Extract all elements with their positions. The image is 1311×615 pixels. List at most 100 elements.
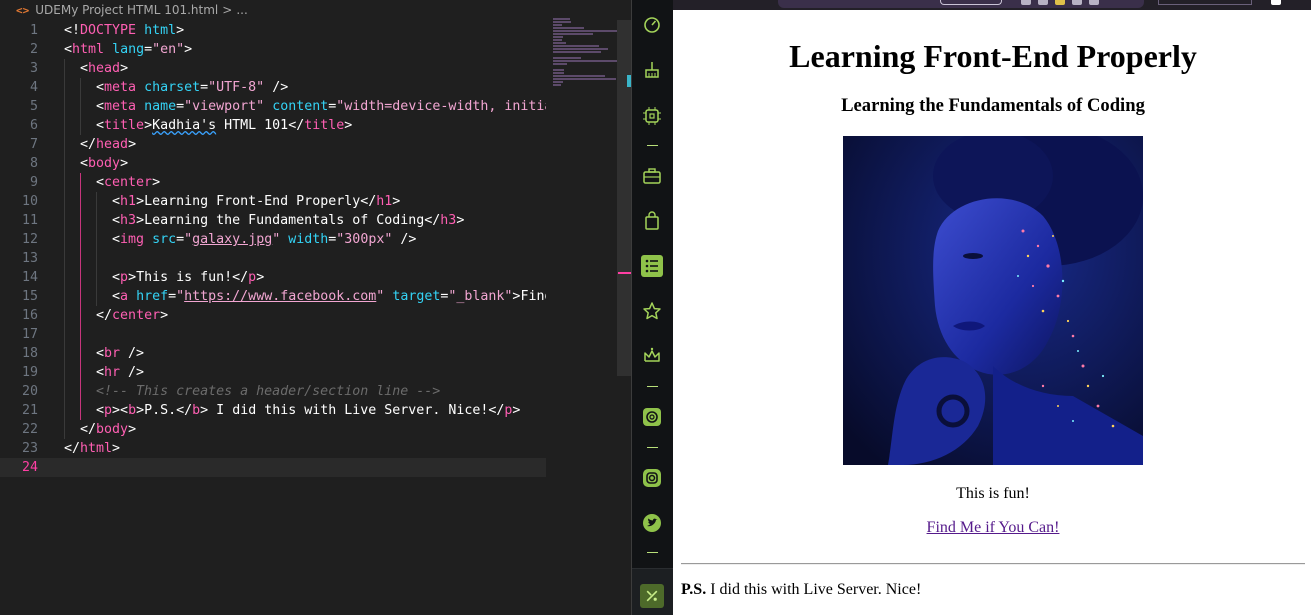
ps-paragraph: P.S. I did this with Live Server. Nice! [681,581,921,599]
chatgpt-icon[interactable] [641,406,663,428]
indent-guide [64,249,65,268]
code-text: <br /> [64,346,145,361]
line-number: 1 [29,23,38,38]
code-text: <meta charset="UTF-8" /> [64,80,289,95]
code-line[interactable]: 6 <title>Kadhia's HTML 101</title> [0,116,546,135]
chevron-right-icon: > [222,3,233,17]
code-text: <p>This is fun!</p> [64,270,265,285]
galaxy-image [843,136,1143,465]
code-line[interactable]: 22 </body> [0,420,546,439]
code-line[interactable]: 8 <body> [0,154,546,173]
crown-icon[interactable] [641,345,663,367]
minimap-line [553,39,562,41]
reader-icon[interactable] [1038,0,1048,5]
code-line[interactable]: 16 </center> [0,306,546,325]
code-line[interactable]: 12 <img src="galaxy.jpg" width="300px" /… [0,230,546,249]
minimap-line [553,27,584,29]
find-me-link[interactable]: Find Me if You Can! [927,519,1060,536]
code-line[interactable]: 5 <meta name="viewport" content="width=d… [0,97,546,116]
minimap-line [553,42,567,44]
briefcase-icon[interactable] [641,165,663,187]
profile-icon[interactable] [1271,0,1281,5]
indent-guide [80,249,81,268]
reading-list-icon[interactable] [641,255,663,277]
download-button[interactable] [940,0,1002,5]
shopping-bag-icon[interactable] [641,210,663,232]
code-line[interactable]: 2 <html lang="en"> [0,40,546,59]
ps-label: P.S. [681,581,707,598]
minimap-line [553,24,562,26]
minimap[interactable] [553,18,623,86]
collection-icon[interactable] [1089,0,1099,5]
code-line[interactable]: 10 <h1>Learning Front-End Properly</h1> [0,192,546,211]
code-line[interactable]: 1 <!DOCTYPE html> [0,21,546,40]
code-text: <head> [64,61,129,76]
code-editor[interactable]: <> UDEMy Project HTML 101.html > ... 1 <!… [0,0,631,615]
tool-settings-icon[interactable] [640,584,664,608]
page-heading: Learning Front-End Properly [789,38,1197,74]
code-line[interactable]: 21 <p><b>P.S.</b> I did this with Live S… [0,401,546,420]
code-line[interactable]: 14 <p>This is fun!</p> [0,268,546,287]
line-number: 14 [21,270,38,285]
code-line[interactable]: 11 <h3>Learning the Fundamentals of Codi… [0,211,546,230]
code-text: </html> [64,441,121,456]
code-text: </body> [64,422,137,437]
code-line[interactable]: 17 [0,325,546,344]
minimap-line [553,36,563,38]
minimap-line [553,63,568,65]
code-line[interactable]: 23 </html> [0,439,546,458]
line-number: 17 [21,327,38,342]
indent-guide [64,325,65,344]
code-line[interactable]: 13 [0,249,546,268]
code-text: <!DOCTYPE html> [64,23,185,38]
sidebar-divider [647,447,658,448]
minimap-line [553,69,564,71]
line-number: 21 [21,403,38,418]
share-icon[interactable] [1021,0,1031,5]
line-number: 23 [21,441,38,456]
ps-text: I did this with Live Server. Nice! [706,581,922,598]
sidebar-divider [647,145,658,146]
line-number: 11 [21,213,38,228]
code-lines[interactable]: 1 <!DOCTYPE html> 2 <html lang="en"> 3 <head… [0,21,546,477]
minimap-line [553,81,563,83]
code-line[interactable]: 19 <hr /> [0,363,546,382]
code-line[interactable]: 18 <br /> [0,344,546,363]
code-line[interactable]: 20 <!-- This creates a header/section li… [0,382,546,401]
line-number: 22 [21,422,38,437]
code-line[interactable]: 15 <a href="https://www.facebook.com" ta… [0,287,546,306]
code-text: <meta name="viewport" content="width=dev… [64,99,546,114]
breadcrumb-file[interactable]: UDEMy Project HTML 101.html [35,3,218,17]
bookmark-icon[interactable] [1072,0,1082,5]
indent-guide [80,325,81,344]
code-line[interactable]: 9 <center> [0,173,546,192]
editor-scrollbar[interactable] [617,20,631,376]
cpu-chip-icon[interactable] [641,105,663,127]
twitter-icon[interactable] [641,512,663,534]
line-number: 5 [29,99,38,114]
broom-icon[interactable] [641,59,663,81]
line-number: 18 [21,346,38,361]
code-line[interactable]: 7 </head> [0,135,546,154]
code-line[interactable]: 24 [0,458,546,477]
line-number: 12 [21,232,38,247]
extension-icon[interactable] [1055,0,1065,5]
code-text: <a href="https://www.facebook.com" targe… [64,289,546,304]
sidebar-divider [647,386,658,387]
breadcrumb-trail[interactable]: ... [236,3,247,17]
browser-menu[interactable] [1158,0,1252,5]
code-line[interactable]: 3 <head> [0,59,546,78]
facebook-link-wrap: Find Me if You Can! [673,519,1311,537]
code-line[interactable]: 4 <meta charset="UTF-8" /> [0,78,546,97]
code-text: <!-- This creates a header/section line … [64,384,441,399]
indent-guide [96,249,97,268]
line-number: 16 [21,308,38,323]
star-icon[interactable] [641,300,663,322]
minimap-line [553,48,608,50]
browser-toolbar [673,0,1311,10]
minimap-line [553,45,600,47]
sidebar-divider [647,552,658,553]
instagram-icon[interactable] [641,467,663,489]
speedometer-icon[interactable] [641,13,663,35]
minimap-line [553,57,581,59]
